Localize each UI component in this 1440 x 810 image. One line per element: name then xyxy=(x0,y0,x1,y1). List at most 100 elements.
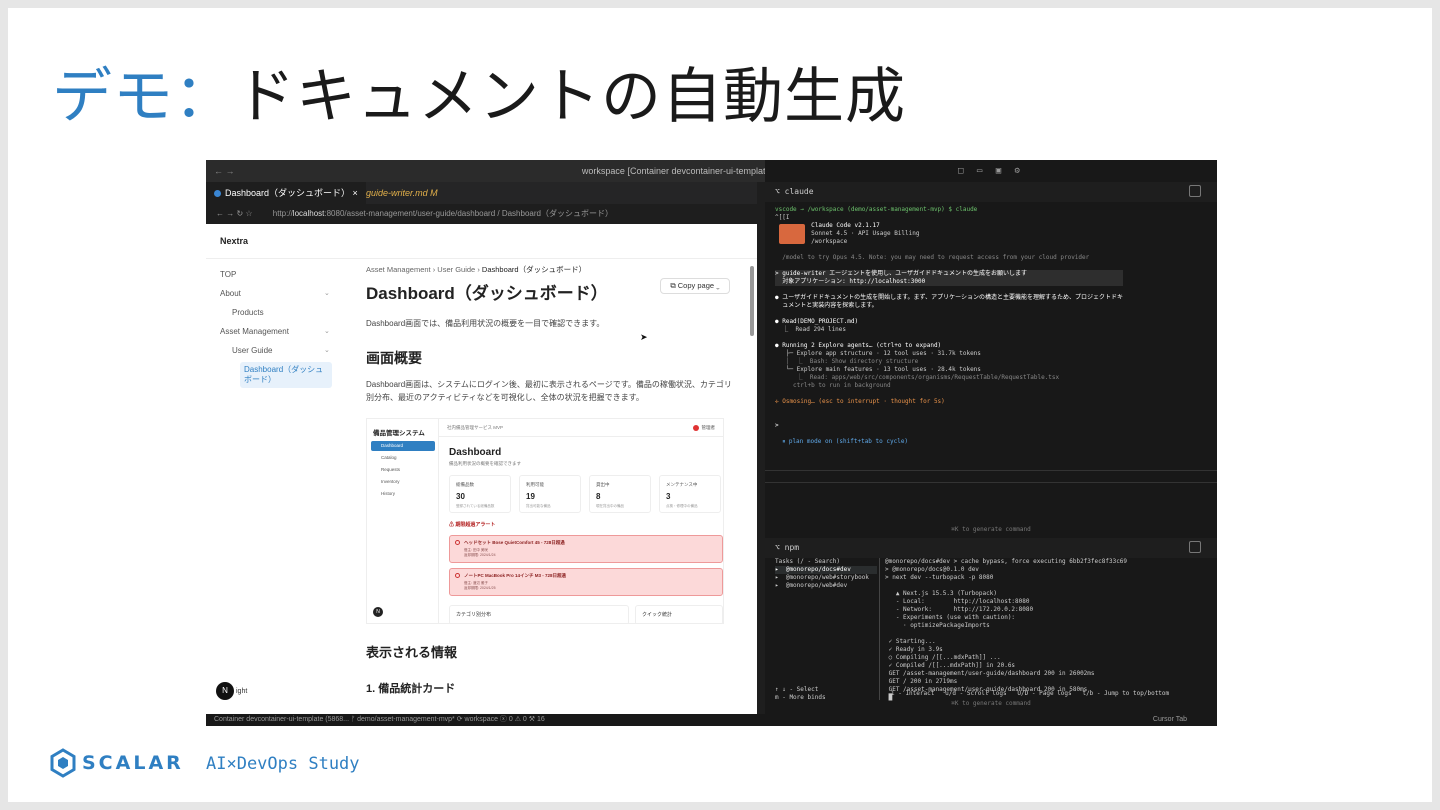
alert-card: ヘッドセット Bose QuietComfort 45 - 728日超過 借主: … xyxy=(449,535,723,563)
tab-claude[interactable]: ⌥ claude xyxy=(765,182,1217,202)
stat-value: 19 xyxy=(526,492,535,501)
task-item[interactable]: ▸ @monorepo/web#dev xyxy=(775,582,877,590)
browser-urlbar[interactable]: ← → ↻ ☆ http://localhost:8080/asset-mana… xyxy=(206,204,757,224)
chevron-down-icon[interactable]: ⌄ xyxy=(324,346,330,354)
task-item[interactable]: ▸ @monorepo/docs#dev xyxy=(775,566,877,574)
embedded-brand: 備品管理システム xyxy=(373,430,425,437)
overview-paragraph: Dashboard画面は、システムにログイン後、最初に表示されるページです。備品… xyxy=(366,380,732,402)
terminal-line: ● ユーザガイドドキュメントの生成を開始します。まず、アプリケーションの構造と主… xyxy=(775,294,1123,301)
terminal-line: ✢ Osmosing… (esc to interrupt · thought … xyxy=(775,398,945,405)
embedded-nav-history: History xyxy=(381,491,396,496)
breadcrumb: Asset Management › User Guide › Dashboar… xyxy=(366,265,587,274)
copy-icon: ⧉ xyxy=(670,281,678,290)
terminal-line: /model to try Opus 4.5. Note: you may ne… xyxy=(775,254,1090,261)
log-line: - Experiments (use with caution): xyxy=(885,614,1016,621)
chevron-down-icon[interactable]: ⌄ xyxy=(324,327,330,335)
alert-title: ノートPC MacBook Pro 14インチ M3 - 728日超過 xyxy=(464,573,567,578)
npm-log-output[interactable]: @monorepo/docs#dev > cache bypass, force… xyxy=(885,558,1127,702)
log-line: GET /asset-management/user-guide/dashboa… xyxy=(885,670,1095,677)
embedded-n-badge: N xyxy=(373,607,383,617)
status-cursor-tab[interactable]: Cursor Tab xyxy=(1153,714,1187,726)
theme-toggle-label[interactable]: ight xyxy=(236,688,247,695)
stat-note: 点検・修理中の備品 xyxy=(666,504,698,508)
embedded-sidebar: 備品管理システム Dashboard Catalog Requests Inve… xyxy=(367,419,439,623)
stat-card: 利用可能 19 貸出可能な備品 xyxy=(519,475,581,513)
nav-hint: ↑ ↓ - Select xyxy=(775,686,819,693)
brand-name: SCALAR xyxy=(82,752,184,774)
globe-icon xyxy=(214,190,221,198)
url-prefix: http:// xyxy=(272,209,293,218)
stat-card: 総備品数 30 登録されている総備品数 xyxy=(449,475,511,513)
sidebar-item-products[interactable]: Products xyxy=(232,308,264,317)
tasks-header: Tasks (/ - Search) xyxy=(775,558,841,565)
stat-value: 8 xyxy=(596,492,601,501)
sidebar-item-top[interactable]: TOP xyxy=(220,270,236,279)
breadcrumb-item[interactable]: Asset Management xyxy=(366,265,431,274)
stat-label: メンテナンス中 xyxy=(666,482,698,487)
terminal-icon: ⌥ xyxy=(775,543,785,552)
alert-borrower: 借主: 田中 美咲 xyxy=(464,548,488,552)
chevron-down-icon[interactable]: ⌄ xyxy=(324,289,330,297)
log-line: > @monorepo/docs@0.1.0 dev xyxy=(885,566,979,573)
embedded-user: 管理者 xyxy=(692,425,715,431)
generate-hint: ⌘K to generate command xyxy=(951,700,1031,707)
copy-page-button[interactable]: ⧉ Copy page ⌄ xyxy=(660,278,730,294)
npm-divider xyxy=(879,558,880,700)
alert-sub: 借主: 渡辺 雅子 返却期限: 2024/1/25 xyxy=(464,581,496,591)
embedded-nav-inventory: Inventory xyxy=(381,479,400,484)
lock-icon[interactable] xyxy=(1189,541,1201,553)
tab-guide-writer[interactable]: guide-writer.md M xyxy=(358,182,446,204)
terminal-line: > xyxy=(775,422,783,429)
status-left[interactable]: Container devcontainer-ui-template (5868… xyxy=(214,716,545,723)
slide-title-main: ドキュメントの自動生成 xyxy=(235,62,906,132)
url-nav-icons[interactable]: ← → ↻ ☆ xyxy=(216,209,253,218)
terminal-line: 対象アプリケーション: http://localhost:3000 xyxy=(775,278,1123,286)
claude-terminal-output[interactable]: vscode → /workspace (demo/asset-manageme… xyxy=(775,206,1123,446)
bell-icon xyxy=(692,425,699,431)
task-item[interactable]: ▸ @monorepo/web#storybook xyxy=(775,574,877,582)
tab-dashboard[interactable]: Dashboard（ダッシュボード） × xyxy=(206,182,366,204)
brand-subtitle: AI×DevOps Study xyxy=(206,754,360,774)
window-nav-arrows[interactable]: ← → xyxy=(214,160,235,182)
lock-icon[interactable] xyxy=(1189,185,1201,197)
stat-label: 貸出中 xyxy=(596,482,610,487)
page-title: Dashboard（ダッシュボード） xyxy=(366,284,608,303)
alert-sub: 借主: 田中 美咲 返却期限: 2024/1/24 xyxy=(464,548,496,558)
sidebar-item-asset-management[interactable]: Asset Management xyxy=(220,327,289,336)
tab-npm[interactable]: ⌥ npm xyxy=(765,538,1217,558)
docs-logo[interactable]: Nextra xyxy=(220,236,248,246)
log-line: GET / 200 in 2719ms xyxy=(885,678,958,685)
stat-note: 登録されている総備品数 xyxy=(456,504,495,508)
dashboard-screenshot: 備品管理システム Dashboard Catalog Requests Inve… xyxy=(366,418,724,624)
prompt-divider xyxy=(765,470,1217,471)
alert-heading-label: 期限超過アラート xyxy=(455,522,496,528)
alert-title: ヘッドセット Bose QuietComfort 45 - 728日超過 xyxy=(464,540,565,545)
n-badge[interactable]: N xyxy=(216,682,234,700)
sidebar-item-user-guide[interactable]: User Guide xyxy=(232,346,272,355)
scrollbar[interactable] xyxy=(750,266,754,336)
terminal-line: ● Running 2 Explore agents… (ctrl+o to e… xyxy=(775,342,942,349)
log-line: ✓ Compiled /[[...mdxPath]] in 20.6s xyxy=(885,662,1016,669)
alert-icon xyxy=(455,540,460,545)
sidebar-item-dashboard[interactable]: Dashboard（ダッシュボード） xyxy=(240,362,332,388)
copy-page-label: Copy page xyxy=(677,281,715,290)
log-line: - Local: http://localhost:8080 xyxy=(885,598,1030,605)
tab-npm-label: npm xyxy=(784,543,800,552)
alert-due: 返却期限: 2024/1/24 xyxy=(464,553,496,557)
breadcrumb-item[interactable]: User Guide xyxy=(437,265,475,274)
mouse-cursor-icon: ➤ xyxy=(640,332,648,342)
sidebar-item-about[interactable]: About xyxy=(220,289,241,298)
generate-hint: ⌘K to generate command xyxy=(951,526,1031,533)
alert-borrower: 借主: 渡辺 雅子 xyxy=(464,581,488,585)
stat-note: 貸出可能な備品 xyxy=(526,504,551,508)
stat-label: 総備品数 xyxy=(456,482,474,487)
npm-task-list[interactable]: Tasks (/ - Search) ▸ @monorepo/docs#dev ▸ … xyxy=(775,558,877,702)
stat-label: 利用可能 xyxy=(526,482,544,487)
